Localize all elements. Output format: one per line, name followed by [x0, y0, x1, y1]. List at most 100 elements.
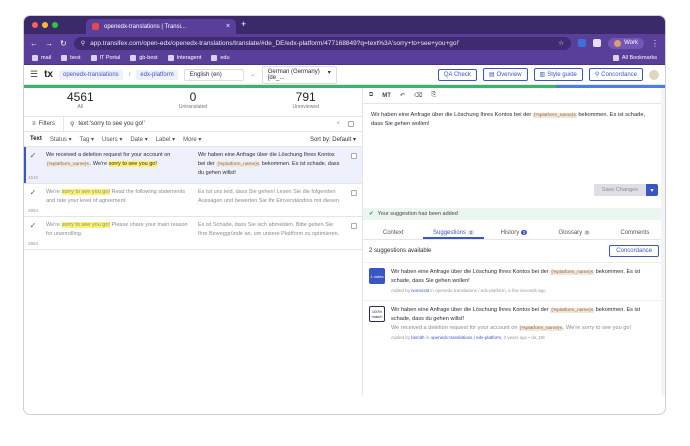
search-highlight: sorry to see you go! [61, 189, 110, 195]
bookmark-item[interactable]: edu [211, 55, 230, 61]
all-bookmarks-button[interactable]: All Bookmarks [612, 55, 657, 61]
string-row[interactable]: ✓ 3963 We're sorry to see you go! Please … [24, 216, 362, 250]
extension-icon[interactable] [593, 39, 602, 47]
browser-tab[interactable]: openedx-translations | Transi... × [86, 19, 236, 34]
select-all-checkbox[interactable] [348, 121, 354, 127]
resource-link[interactable]: openedx-translations / edx-platform [431, 335, 502, 340]
extension-icon[interactable] [578, 39, 587, 47]
undo-icon[interactable]: ↶ [400, 92, 405, 99]
favicon-icon [92, 23, 99, 30]
reviewed-check-icon: ✓ [29, 151, 37, 160]
bookmark-item[interactable]: Interagent [167, 55, 201, 61]
browser-window: openedx-translations | Transi... × + ← →… [24, 16, 665, 414]
source-language-select[interactable]: English (en) [183, 68, 244, 81]
concordance-button[interactable]: ⚲ Concordance [588, 68, 643, 81]
new-tab-icon[interactable]: + [241, 19, 246, 29]
back-icon[interactable]: ← [30, 39, 38, 48]
suggestion-meta: Added by bsmith in openedx-translations … [391, 335, 545, 340]
menu-icon[interactable]: ⋮ [651, 39, 659, 48]
close-window-dot[interactable] [32, 22, 38, 28]
reviewed-check-icon: ✓ [29, 188, 37, 197]
translation-textarea[interactable]: Wir haben eine Anfrage über die Löschung… [363, 104, 665, 184]
placeholder-tag: {%platform_name}s [46, 162, 90, 167]
string-list-panel: 4561 All 0 Untranslated 791 Unreviewed ≡ Fil… [24, 88, 363, 396]
overview-button[interactable]: ▤ Overview [482, 68, 528, 81]
scrollbar[interactable] [661, 88, 665, 396]
row-checkbox[interactable] [351, 153, 357, 159]
overview-icon: ▤ [488, 72, 495, 78]
target-language-select[interactable]: German (Germany) [de_... ▾ [261, 65, 337, 84]
maximize-window-dot[interactable] [52, 22, 58, 28]
address-toolbar: ← → ↻ ⚲ app.transifex.com/open-edx/opene… [24, 34, 665, 52]
profile-button[interactable]: Work [608, 37, 644, 49]
machine-translation-icon[interactable]: MT [382, 93, 391, 99]
facet-status[interactable]: Status ▾ [50, 136, 72, 143]
filters-button[interactable]: ≡ Filters [24, 117, 64, 131]
minimize-window-dot[interactable] [42, 22, 48, 28]
breadcrumb-resource[interactable]: edx-platform [136, 69, 178, 80]
tab-history[interactable]: History 3 [484, 226, 544, 239]
count-badge: 0 [583, 230, 591, 235]
facet-date[interactable]: Date ▾ [130, 136, 147, 143]
row-checkbox[interactable] [351, 190, 357, 196]
save-bar: Save Changes ▾ [363, 184, 665, 196]
forward-icon[interactable]: → [45, 39, 53, 48]
tab-comments[interactable]: Comments [605, 226, 665, 239]
facet-users[interactable]: Users ▾ [102, 136, 122, 143]
sort-select[interactable]: Sort by: Default ▾ [310, 136, 356, 143]
site-info-icon[interactable]: ⚲ [81, 40, 85, 47]
user-link[interactable]: bsmith [411, 335, 424, 340]
bookmark-item[interactable]: best [61, 55, 81, 61]
tab-glossary[interactable]: Glossary 0 [544, 226, 604, 239]
user-avatar[interactable] [649, 69, 659, 80]
votes-icon[interactable]: 1 votes [369, 268, 385, 284]
bookmark-item[interactable]: mail [32, 55, 51, 61]
source-text: We're sorry to see you go! Read the foll… [46, 189, 186, 204]
translation-memory-icon[interactable]: ⎘ [431, 92, 436, 99]
suggestions-header: 2 suggestions available Concordance [363, 240, 665, 262]
reload-icon[interactable]: ↻ [60, 39, 67, 48]
concordance-search-button[interactable]: Concordance [609, 245, 659, 257]
save-options-dropdown[interactable]: ▾ [646, 184, 658, 196]
transifex-logo[interactable]: tx [44, 69, 53, 80]
folder-icon [32, 55, 38, 61]
stat-unreviewed[interactable]: 791 Unreviewed [249, 88, 362, 116]
bookmark-item[interactable]: gb-best [130, 55, 158, 61]
close-tab-icon[interactable]: × [226, 23, 230, 30]
suggestion-item[interactable]: 100% match Wir haben eine Anfrage über d… [363, 300, 665, 347]
save-changes-button[interactable]: Save Changes [593, 184, 646, 196]
address-bar[interactable]: ⚲ app.transifex.com/open-edx/openedx-tra… [73, 36, 572, 50]
stat-untranslated[interactable]: 0 Untranslated [137, 88, 250, 116]
user-link[interactable]: ivonscott [411, 288, 429, 293]
hamburger-menu-icon[interactable]: ☰ [30, 69, 38, 80]
qa-check-button[interactable]: QA Check [437, 68, 477, 81]
stats-bar: 4561 All 0 Untranslated 791 Unreviewed [24, 88, 362, 116]
info-tabs: Context Suggestions 2 History 3 Glossary… [363, 226, 665, 240]
reviewed-check-icon: ✓ [29, 221, 37, 230]
clear-icon[interactable]: ⌫ [414, 92, 422, 99]
suggestion-item[interactable]: 1 votes Wir haben eine Anfrage über die … [363, 262, 665, 300]
breadcrumb-project[interactable]: openedx-translations [58, 69, 123, 80]
tab-suggestions[interactable]: Suggestions 2 [423, 226, 484, 239]
style-guide-button[interactable]: ▥ Style guide [533, 68, 583, 81]
bookmark-item[interactable]: IT Portal [90, 55, 120, 61]
folder-icon [612, 55, 619, 61]
copy-source-icon[interactable]: ⧉ [369, 92, 373, 99]
facet-text[interactable]: Text [30, 136, 42, 142]
suggestion-source: We received a deletion request for your … [391, 325, 632, 331]
source-text: We received a deletion request for your … [46, 152, 171, 167]
bookmark-star-icon[interactable]: ☆ [558, 39, 564, 47]
facet-more[interactable]: More ▾ [183, 136, 201, 143]
search-input[interactable]: ⚲ text:'sorry to see you go!' × [64, 117, 362, 131]
facet-tag[interactable]: Tag ▾ [80, 136, 94, 143]
tab-context[interactable]: Context [363, 226, 423, 239]
suggestions-count: 2 suggestions available [369, 248, 432, 254]
facet-label[interactable]: Label ▾ [156, 136, 175, 143]
stat-all[interactable]: 4561 All [24, 88, 137, 116]
string-row[interactable]: ✓ 1515 We received a deletion request for… [24, 146, 362, 183]
row-checkbox[interactable] [351, 223, 357, 229]
string-id: 3954 [27, 208, 38, 213]
string-row[interactable]: ✓ 3954 We're sorry to see you go! Read th… [24, 183, 362, 216]
clear-search-icon[interactable]: × [336, 121, 340, 127]
string-id: 1515 [27, 175, 38, 180]
